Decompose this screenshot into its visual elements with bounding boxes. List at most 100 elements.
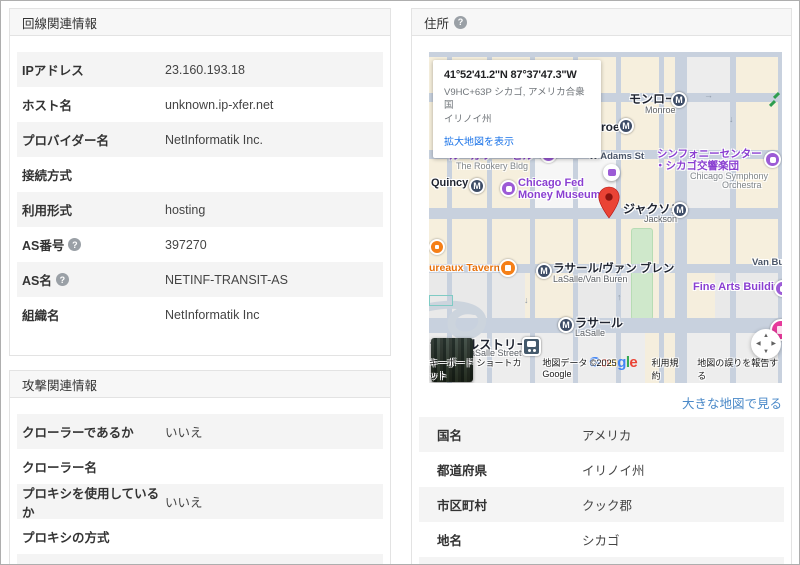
address-card: 住所 ?	[411, 8, 792, 565]
label-text: プロキシを使用しているか	[22, 483, 165, 521]
label-text: 接続方式	[22, 165, 72, 184]
table-row: クローラー名	[17, 449, 383, 484]
map-data-attribution: 地図データ ©2025 Google	[542, 356, 638, 382]
keyboard-shortcuts-button[interactable]: キーボード ショートカット	[429, 356, 529, 382]
address-card-title: 住所	[424, 13, 449, 32]
map-footer: キーボード ショートカット 地図データ ©2025 Google 利用規約 地図…	[429, 356, 779, 382]
table-row-cut	[17, 554, 383, 565]
help-icon[interactable]: ?	[68, 238, 81, 251]
map-road	[730, 52, 736, 383]
table-row: ホスト名 unknown.ip-xfer.net	[17, 87, 383, 122]
poi-sublabel-symphony-2: Orchestra	[722, 180, 762, 190]
attack-card-body: クローラーであるか いいえ クローラー名 プロキシを使用しているか いいえ プロ…	[10, 398, 390, 565]
metro-icon-jackson[interactable]: M	[672, 202, 688, 218]
location-marker-pin[interactable]	[598, 186, 620, 219]
pan-up-icon[interactable]: ▲	[763, 333, 769, 339]
label-text: プロバイダー名	[22, 130, 109, 149]
label-text: AS名	[22, 270, 52, 289]
coordinates-title: 41°52'41.2"N 87°37'47.3"W	[444, 69, 590, 81]
row-value: イリノイ州	[582, 460, 645, 479]
restaurant-icon-tavern[interactable]	[499, 259, 517, 277]
row-label: プロバイダー名	[17, 130, 165, 149]
row-label: 組織名	[17, 305, 165, 324]
station-sublabel-monroe: Monroe	[645, 105, 676, 115]
station-sublabel-lasalle-vanburen: LaSalle/Van Buren	[553, 274, 627, 284]
table-row: 利用形式 hosting	[17, 192, 383, 227]
report-map-error-link[interactable]: 地図の誤りを報告する	[697, 356, 779, 382]
row-label: クローラー名	[17, 457, 165, 476]
metro-icon-lasalle[interactable]: M	[558, 317, 574, 333]
table-row: 地名 シカゴ	[419, 522, 784, 557]
label-text: 市区町村	[437, 495, 487, 514]
row-label: 市区町村	[419, 495, 582, 514]
restaurant-icon[interactable]	[429, 239, 445, 255]
table-row: プロキシの方式	[17, 519, 383, 554]
poi-icon-fed-museum[interactable]	[500, 180, 517, 197]
table-row: 接続方式	[17, 157, 383, 192]
poi-icon-symphony[interactable]	[764, 151, 781, 168]
attack-card-title: 攻撃関連情報	[22, 375, 97, 394]
table-row: 組織名 NetInformatik Inc	[17, 297, 383, 332]
row-label: 国名	[419, 425, 582, 444]
network-card-body: IPアドレス 23.160.193.18 ホスト名 unknown.ip-xfe…	[10, 36, 390, 332]
map-landmark-outline	[429, 295, 453, 306]
metro-icon-lasalle-vanburen[interactable]: M	[536, 263, 552, 279]
poi-label-fed-2: Money Museum	[518, 189, 601, 201]
address-line-2: イリノイ州	[444, 113, 590, 126]
table-row: 国名 アメリカ	[419, 417, 784, 452]
row-value: NetInformatik Inc.	[165, 133, 263, 147]
map-info-card: 41°52'41.2"N 87°37'47.3"W V9HC+63P シカゴ, …	[433, 60, 601, 158]
metro-icon-monroe[interactable]: M	[671, 92, 687, 108]
terms-link[interactable]: 利用規約	[651, 356, 684, 382]
row-label: 都道府県	[419, 460, 582, 479]
pan-down-icon[interactable]: ▼	[763, 349, 769, 355]
map-pan-control[interactable]: ▲ ▼ ◀ ▶	[751, 329, 781, 359]
poi-label-fed-1: Chicago Fed	[518, 177, 584, 189]
station-sublabel-jackson: Jackson	[644, 214, 677, 224]
poi-label-fine-arts: Fine Arts Building	[693, 281, 782, 293]
row-value: hosting	[165, 203, 205, 217]
label-text: クローラー名	[22, 457, 97, 476]
metro-icon-quincy[interactable]: M	[469, 178, 485, 194]
help-icon[interactable]: ?	[56, 273, 69, 286]
pan-right-icon[interactable]: ▶	[771, 341, 776, 347]
photo-spot-icon[interactable]	[603, 164, 620, 181]
row-value: いいえ	[165, 422, 203, 441]
row-label: AS番号?	[17, 235, 165, 254]
row-label: IPアドレス	[17, 60, 165, 79]
row-value: 397270	[165, 238, 207, 252]
view-larger-map-link[interactable]: 大きな地図で見る	[682, 393, 782, 412]
map-embed[interactable]: → ↓ ↓ ↑ モンロー M Monroe roe M ルーカリー・ビル The…	[429, 52, 782, 383]
label-text: プロキシの方式	[22, 527, 110, 546]
address-table: 国名 アメリカ 都道府県 イリノイ州 市区町村 クック郡 地名 シカゴ	[419, 417, 784, 565]
table-row: クローラーであるか いいえ	[17, 414, 383, 449]
row-value: 23.160.193.18	[165, 63, 245, 77]
road-arrow-icon: ↓	[729, 114, 734, 124]
enlarge-map-link[interactable]: 拡大地図を表示	[444, 133, 590, 148]
table-row: IPアドレス 23.160.193.18	[17, 52, 383, 87]
row-value: クック郡	[582, 495, 632, 514]
metro-icon-monroe-2[interactable]: M	[618, 118, 634, 134]
pan-left-icon[interactable]: ◀	[756, 341, 761, 347]
address-line-1: V9HC+63P シカゴ, アメリカ合衆国	[444, 86, 590, 113]
table-row: AS番号? 397270	[17, 227, 383, 262]
row-value: unknown.ip-xfer.net	[165, 98, 273, 112]
poi-sublabel-rookery: The Rookery Bldg	[456, 161, 528, 171]
attack-info-card: 攻撃関連情報 クローラーであるか いいえ クローラー名 プロキシを使用しているか…	[9, 370, 391, 565]
station-label-monroe-2: roe	[601, 120, 620, 134]
row-label: 接続方式	[17, 165, 165, 184]
help-icon[interactable]: ?	[454, 16, 467, 29]
ip-lookup-page: 回線関連情報 IPアドレス 23.160.193.18 ホスト名 unknown…	[0, 0, 800, 565]
row-label: AS名?	[17, 270, 165, 289]
label-text: AS番号	[22, 235, 64, 254]
row-label: プロキシを使用しているか	[17, 483, 165, 521]
label-text: 国名	[437, 425, 462, 444]
label-text: ホスト名	[22, 95, 72, 114]
road-arrow-icon: ↑	[617, 292, 622, 302]
train-station-icon[interactable]	[522, 337, 541, 356]
label-text: 都道府県	[437, 460, 487, 479]
address-card-header: 住所 ?	[412, 9, 791, 36]
label-text: 組織名	[22, 305, 60, 324]
road-arrow-icon: →	[704, 90, 713, 100]
plus-code-address: V9HC+63P シカゴ, アメリカ合衆国 イリノイ州	[444, 86, 590, 126]
